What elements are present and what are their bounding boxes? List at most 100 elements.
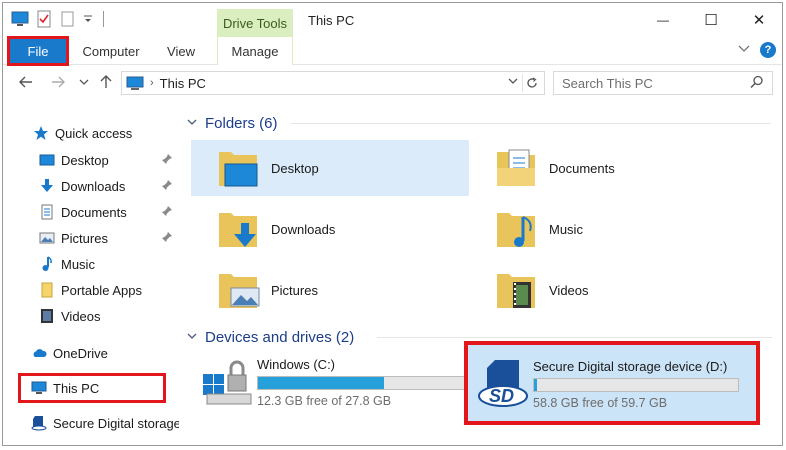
- nav-item-label: Desktop: [61, 152, 109, 168]
- nav-item-videos[interactable]: Videos: [39, 304, 179, 328]
- nav-item-pictures[interactable]: Pictures: [39, 226, 179, 250]
- group-title: Devices and drives (2): [205, 328, 355, 346]
- downloads-folder-icon: [219, 213, 257, 247]
- nav-item-desktop[interactable]: Desktop: [39, 148, 179, 172]
- windows-drive-icon: [203, 360, 252, 405]
- cloud-icon: [33, 349, 47, 357]
- up-button[interactable]: [97, 73, 115, 91]
- back-arrow-icon: [19, 76, 32, 88]
- drive-usage-fill: [534, 378, 538, 391]
- drive-usage-fill: [258, 376, 384, 389]
- maximize-icon: ☐: [704, 12, 718, 29]
- properties-icon[interactable]: [35, 10, 53, 28]
- minimize-icon: —: [657, 13, 669, 27]
- search-input[interactable]: [562, 75, 742, 91]
- folder-label: Downloads: [271, 221, 336, 237]
- nav-item-label: This PC: [53, 380, 100, 396]
- download-icon: [41, 179, 53, 192]
- address-bar[interactable]: › This PC: [121, 71, 545, 95]
- folder-label: Documents: [549, 160, 615, 176]
- tab-file[interactable]: File: [7, 36, 69, 66]
- expand-ribbon-icon[interactable]: [738, 44, 750, 56]
- picture-icon: [39, 232, 55, 244]
- sd-card-icon: SD: [478, 360, 528, 407]
- drive-name: Windows (C:): [257, 356, 336, 372]
- drive-tile-windows-c[interactable]: Windows (C:) 12.3 GB free of 27.8 GB: [201, 349, 485, 415]
- nav-item-label: Music: [61, 256, 95, 272]
- folder-tile-music[interactable]: Music: [469, 201, 747, 257]
- pictures-folder-icon: [219, 274, 260, 308]
- breadcrumb-chevron-icon[interactable]: ›: [150, 77, 154, 89]
- sd-card-icon: [31, 416, 47, 431]
- nav-item-label: Portable Apps: [61, 282, 142, 298]
- customize-dropdown-icon[interactable]: [83, 10, 93, 28]
- nav-item-this-pc[interactable]: This PC: [31, 376, 161, 400]
- folder-tile-pictures[interactable]: Pictures: [191, 262, 469, 318]
- title-bar: Drive Tools This PC — ☐ ✕: [3, 3, 782, 37]
- nav-item-label: Videos: [61, 308, 101, 324]
- computer-icon: [126, 76, 144, 90]
- nav-item-label: Secure Digital storage: [53, 415, 179, 431]
- window-title: This PC: [308, 13, 355, 28]
- drive-info: Windows (C:) 12.3 GB free of 27.8 GB: [257, 357, 485, 408]
- collapse-chevron-icon[interactable]: [187, 331, 199, 343]
- minimize-button[interactable]: —: [643, 7, 683, 33]
- tab-computer[interactable]: Computer: [75, 37, 147, 65]
- ribbon-controls: ?: [738, 42, 776, 58]
- pin-icon[interactable]: [161, 205, 173, 217]
- close-icon: ✕: [752, 12, 766, 29]
- drive-usage-bar: [257, 375, 485, 390]
- close-button[interactable]: ✕: [739, 7, 779, 33]
- video-icon: [41, 309, 53, 323]
- group-title: Folders (6): [205, 114, 278, 132]
- tab-view[interactable]: View: [157, 37, 205, 65]
- nav-item-downloads[interactable]: Downloads: [39, 174, 179, 198]
- folder-label: Pictures: [271, 282, 318, 298]
- folder-tile-documents[interactable]: Documents: [469, 140, 747, 196]
- folder-tile-downloads[interactable]: Downloads: [191, 201, 469, 257]
- nav-item-portable-apps[interactable]: Portable Apps: [39, 278, 179, 302]
- desktop-folder-icon: [219, 152, 258, 187]
- recent-locations-button[interactable]: [75, 73, 93, 91]
- pin-icon[interactable]: [161, 179, 173, 191]
- maximize-button[interactable]: ☐: [691, 7, 731, 33]
- music-folder-icon: [497, 213, 535, 247]
- nav-item-label: Downloads: [61, 178, 126, 194]
- star-icon: [34, 126, 48, 140]
- folder-tile-videos[interactable]: Videos: [469, 262, 747, 318]
- tab-manage[interactable]: Manage: [217, 37, 293, 65]
- chevron-down-icon: [79, 79, 89, 85]
- folder-tile-desktop[interactable]: Desktop: [191, 140, 469, 196]
- refresh-button[interactable]: [522, 74, 540, 92]
- collapse-chevron-icon[interactable]: [187, 117, 199, 129]
- forward-button[interactable]: [49, 73, 67, 91]
- nav-item-music[interactable]: Music: [39, 252, 179, 276]
- nav-item-label: Documents: [61, 204, 127, 220]
- pin-icon[interactable]: [161, 231, 173, 243]
- navigation-pane: Quick access Desktop Downloads Documents…: [3, 101, 179, 445]
- drive-info: Secure Digital storage device (D:) 58.8 …: [533, 359, 739, 410]
- new-folder-icon[interactable]: [59, 10, 77, 28]
- nav-item-secure-digital[interactable]: Secure Digital storage: [31, 411, 179, 435]
- address-row: › This PC: [3, 67, 782, 99]
- ribbon-tabs: File Computer View Manage ?: [3, 36, 782, 66]
- computer-icon: [31, 381, 47, 394]
- drive-name: Secure Digital storage device (D:): [533, 358, 728, 374]
- music-icon: [42, 256, 52, 271]
- computer-icon[interactable]: [11, 10, 29, 28]
- group-divider-line: [291, 123, 771, 124]
- pin-icon[interactable]: [161, 153, 173, 165]
- back-button[interactable]: [17, 73, 35, 91]
- folders-group-header[interactable]: Folders (6): [187, 111, 777, 135]
- content-pane: Folders (6) Desktop Documents Downloads …: [181, 101, 781, 445]
- search-icon[interactable]: [750, 75, 764, 92]
- address-dropdown-icon[interactable]: [508, 76, 518, 88]
- breadcrumb[interactable]: This PC: [160, 76, 206, 91]
- group-divider-line: [377, 337, 772, 338]
- desktop-icon: [39, 154, 55, 166]
- drive-tile-secure-digital-d[interactable]: SD Secure Digital storage device (D:) 58…: [477, 351, 739, 417]
- nav-item-documents[interactable]: Documents: [39, 200, 179, 224]
- help-icon[interactable]: ?: [760, 42, 776, 58]
- refresh-icon: [526, 77, 537, 88]
- pane-divider[interactable]: [179, 101, 180, 445]
